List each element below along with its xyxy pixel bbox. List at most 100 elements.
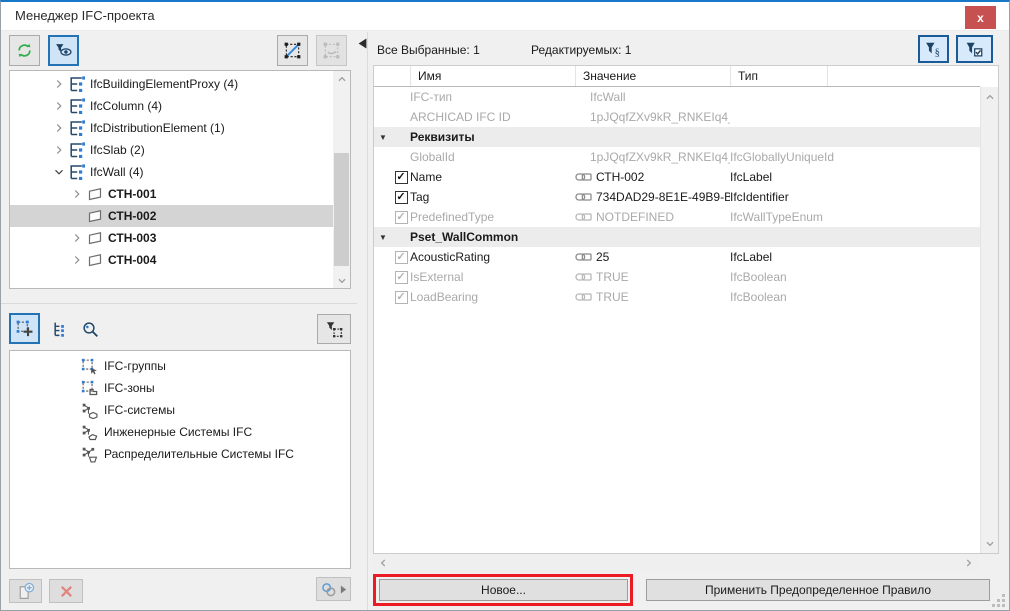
list-item[interactable]: Инженерные Системы IFC bbox=[10, 421, 350, 443]
delete-item-button[interactable] bbox=[49, 579, 83, 603]
column-header-value[interactable]: Значение bbox=[575, 66, 730, 86]
tree-item[interactable]: СТН-001 bbox=[10, 183, 333, 205]
select-in-model-button[interactable] bbox=[277, 35, 308, 66]
list-item[interactable]: IFC-зоны bbox=[10, 377, 350, 399]
checkbox-cell: ✓ bbox=[392, 211, 410, 224]
property-row[interactable]: GlobalId1pJQqfZXv9kR_RNKEIq4_8IfcGloball… bbox=[374, 147, 980, 167]
select-from-model-button[interactable] bbox=[316, 35, 347, 66]
value-cell: 25 bbox=[575, 250, 730, 264]
hierarchy-view-button[interactable] bbox=[47, 316, 73, 342]
tree-item[interactable]: СТН-004 bbox=[10, 249, 333, 271]
list-item[interactable]: IFC-системы bbox=[10, 399, 350, 421]
property-row[interactable]: ✓PredefinedTypeNOTDEFINEDIfcWallTypeEnum bbox=[374, 207, 980, 227]
close-button[interactable]: x bbox=[965, 6, 996, 29]
list-item[interactable]: Распределительные Системы IFC bbox=[10, 443, 350, 465]
tree-item-label: СТН-002 bbox=[108, 209, 156, 223]
chevron-right-icon[interactable] bbox=[50, 120, 68, 136]
apply-predefined-rule-button[interactable]: Применить Предопределенное Правило bbox=[646, 579, 990, 601]
list-item-label: IFC-системы bbox=[104, 403, 175, 417]
link-menu-button[interactable] bbox=[316, 577, 351, 601]
new-button[interactable]: Новое... bbox=[379, 579, 628, 601]
property-checkbox: ✓ bbox=[395, 271, 408, 284]
chevron-right-icon[interactable] bbox=[50, 76, 68, 92]
scroll-down-icon[interactable] bbox=[333, 273, 350, 288]
scroll-right-icon[interactable] bbox=[961, 554, 977, 571]
tree-item[interactable]: IfcSlab (2) bbox=[10, 139, 333, 161]
value-cell: TRUE bbox=[575, 270, 730, 284]
ifc-dist-systems-icon bbox=[80, 446, 99, 463]
property-value: 25 bbox=[596, 250, 609, 264]
filter-visibility-button[interactable] bbox=[48, 35, 79, 66]
refresh-button[interactable] bbox=[9, 35, 40, 66]
chevron-right-icon[interactable] bbox=[68, 252, 86, 268]
property-type: IfcGloballyUniqueId bbox=[730, 150, 980, 164]
column-header-type[interactable]: Тип bbox=[730, 66, 827, 86]
property-row[interactable]: ARCHICAD IFC ID1pJQqfZXv9kR_RNKEIq4_8 bbox=[374, 107, 980, 127]
property-row[interactable]: ✓Tag734DAD29-8E1E-49B9-BF9B-5...IfcIdent… bbox=[374, 187, 980, 207]
property-group-row[interactable]: ▼Pset_WallCommon bbox=[374, 227, 980, 247]
tree-scrollbar-thumb[interactable] bbox=[334, 153, 349, 266]
property-group-row[interactable]: ▼Реквизиты bbox=[374, 127, 980, 147]
value-cell: 1pJQqfZXv9kR_RNKEIq4_8 bbox=[575, 150, 730, 164]
collapse-panel-icon[interactable] bbox=[358, 38, 367, 49]
tree-item[interactable]: IfcBuildingElementProxy (4) bbox=[10, 73, 333, 95]
property-table: Имя Значение Тип IFC-типIfcWallARCHICAD … bbox=[373, 65, 999, 554]
column-header-name[interactable]: Имя bbox=[410, 66, 575, 86]
property-row[interactable]: ✓LoadBearingTRUEIfcBoolean bbox=[374, 287, 980, 307]
property-name: Tag bbox=[410, 190, 575, 204]
tree-item[interactable]: IfcColumn (4) bbox=[10, 95, 333, 117]
tree-item-label: IfcBuildingElementProxy (4) bbox=[90, 77, 238, 91]
property-row[interactable]: ✓AcousticRating25IfcLabel bbox=[374, 247, 980, 267]
property-value: 734DAD29-8E1E-49B9-BF9B-5... bbox=[596, 190, 730, 204]
tree-item[interactable]: IfcDistributionElement (1) bbox=[10, 117, 333, 139]
apply-button-label: Применить Предопределенное Правило bbox=[705, 583, 931, 597]
new-group-mode-button[interactable] bbox=[9, 313, 40, 344]
filter-scheme-button[interactable] bbox=[918, 35, 949, 63]
list-item[interactable]: IFC-группы bbox=[10, 355, 350, 377]
property-value: СТН-002 bbox=[596, 170, 644, 184]
tree-item[interactable]: СТН-003 bbox=[10, 227, 333, 249]
tree-item-label: СТН-004 bbox=[108, 253, 156, 267]
filter-checked-button[interactable] bbox=[956, 35, 993, 63]
ifc-tree-panel: IfcBuildingElementProxy (4) IfcColumn (4)… bbox=[9, 70, 351, 289]
scroll-left-icon[interactable] bbox=[375, 554, 391, 571]
panel-divider[interactable] bbox=[367, 32, 368, 610]
ifc-groups-panel: IFC-группыIFC-зоны IFC-системы Инженерные … bbox=[9, 350, 351, 569]
chevron-right-icon[interactable] bbox=[50, 98, 68, 114]
property-checkbox[interactable]: ✓ bbox=[395, 191, 408, 204]
collapse-group-icon[interactable]: ▼ bbox=[374, 133, 392, 142]
scroll-up-icon[interactable] bbox=[333, 71, 350, 86]
chevron-right-icon[interactable] bbox=[50, 142, 68, 158]
list-item-label: Инженерные Системы IFC bbox=[104, 425, 252, 439]
table-scrollbar[interactable] bbox=[980, 87, 998, 553]
resize-grip[interactable] bbox=[993, 595, 1005, 607]
link-icon bbox=[575, 271, 592, 283]
property-row[interactable]: ✓IsExternalTRUEIfcBoolean bbox=[374, 267, 980, 287]
add-item-button[interactable] bbox=[9, 579, 42, 603]
collapse-group-icon[interactable]: ▼ bbox=[374, 233, 392, 242]
ifc-class-icon bbox=[68, 164, 86, 180]
table-hscrollbar[interactable] bbox=[373, 554, 979, 571]
editable-label: Редактируемых: 1 bbox=[531, 43, 631, 57]
tree-item[interactable]: IfcWall (4) bbox=[10, 161, 333, 183]
property-checkbox: ✓ bbox=[395, 291, 408, 304]
property-type: IfcBoolean bbox=[730, 270, 980, 284]
titlebar[interactable]: Менеджер IFC-проекта x bbox=[1, 2, 1009, 31]
chevron-down-icon[interactable] bbox=[50, 164, 68, 180]
filter-selection-button[interactable] bbox=[317, 314, 351, 344]
all-selected-label: Все Выбранные: 1 bbox=[377, 43, 480, 57]
list-item-label: Распределительные Системы IFC bbox=[104, 447, 294, 461]
scroll-down-icon[interactable] bbox=[981, 536, 999, 551]
tree-scrollbar[interactable] bbox=[333, 71, 350, 288]
property-row[interactable]: ✓NameСТН-002IfcLabel bbox=[374, 167, 980, 187]
property-checkbox[interactable]: ✓ bbox=[395, 171, 408, 184]
property-row[interactable]: IFC-типIfcWall bbox=[374, 87, 980, 107]
filter-eye-icon bbox=[55, 42, 72, 59]
search-button[interactable] bbox=[77, 316, 103, 342]
scroll-up-icon[interactable] bbox=[981, 89, 999, 104]
chevron-right-icon[interactable] bbox=[68, 230, 86, 246]
ifc-systems-icon bbox=[80, 402, 99, 419]
tree-item[interactable]: СТН-002 bbox=[10, 205, 333, 227]
chevron-right-icon[interactable] bbox=[68, 186, 86, 202]
checkbox-cell: ✓ bbox=[392, 191, 410, 204]
